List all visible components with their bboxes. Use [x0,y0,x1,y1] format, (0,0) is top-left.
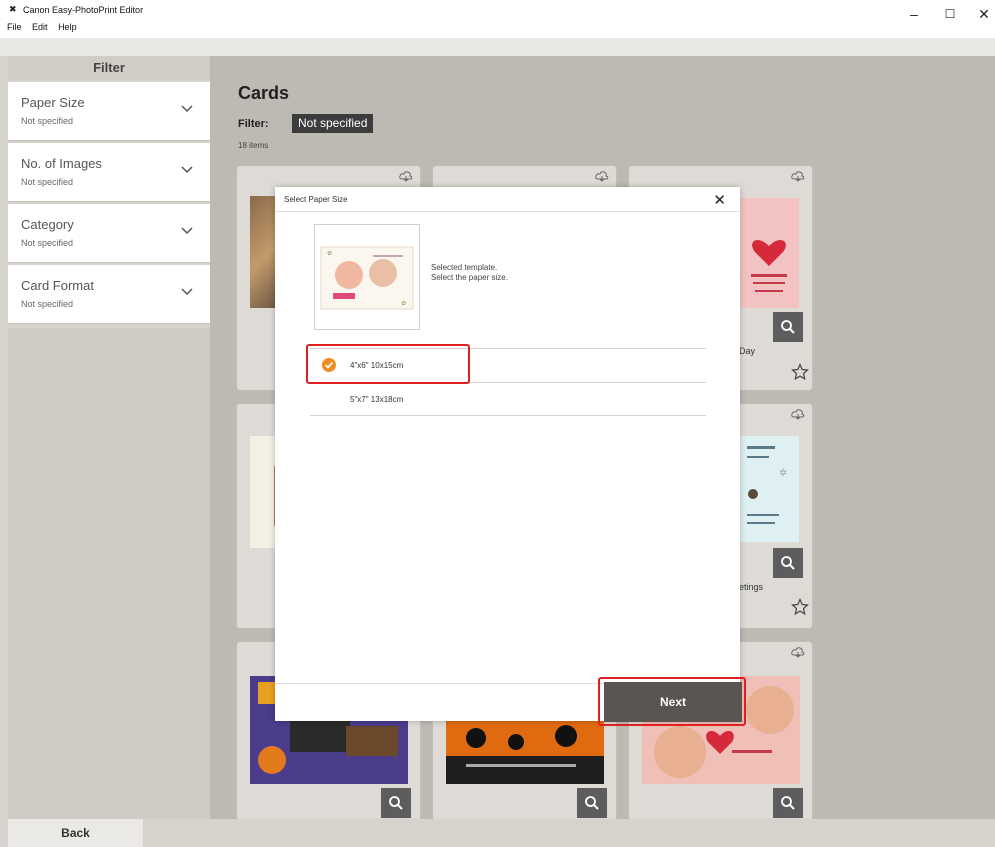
sidebar-empty-area [8,328,210,819]
star-icon[interactable] [791,363,809,381]
filter-value: Not specified [21,238,74,248]
svg-text:✿: ✿ [401,300,406,307]
magnifier-icon [781,796,795,810]
cloud-download-icon [791,171,805,182]
toolbar-strip [0,38,995,56]
chevron-down-icon [181,105,193,113]
svg-text:✿: ✿ [327,250,332,257]
paper-size-option[interactable]: 5"x7" 13x18cm [310,382,706,416]
star-icon[interactable] [791,598,809,616]
filter-paper-size[interactable]: Paper Size Not specified [8,82,210,141]
window-title: Canon Easy-PhotoPrint Editor [23,5,144,15]
filter-category[interactable]: Category Not specified [8,204,210,263]
message-line: Selected template. [431,263,498,272]
filter-label: No. of Images [21,156,102,171]
menu-help[interactable]: Help [58,22,77,32]
svg-text:✲: ✲ [779,468,787,479]
menu-edit[interactable]: Edit [32,22,48,32]
selected-template-preview: ✿ ✿ [314,224,420,330]
filter-value: Not specified [21,177,74,187]
filter-label: Card Format [21,278,94,293]
select-paper-size-dialog: Select Paper Size ✕ ✿ ✿ Selected templat… [275,187,740,721]
magnifier-icon [781,556,795,570]
close-window-button[interactable]: ✕ [972,4,995,24]
dialog-close-button[interactable]: ✕ [713,191,726,209]
card-name: etings [739,582,764,592]
card-thumbnail [739,198,799,308]
menu-bar: File Edit Help [7,22,85,32]
bottom-bar [0,819,995,847]
dialog-message: Selected template. Select the paper size… [431,263,508,283]
filter-value: Not specified [21,116,74,126]
filter-label: Category [21,217,74,232]
filter-summary-label: Filter: [238,118,269,130]
highlight-box [598,677,746,726]
zoom-button[interactable] [773,788,803,818]
chevron-down-icon [181,227,193,235]
chevron-down-icon [181,288,193,296]
card-thumbnail: ✲ [739,436,799,542]
highlight-box [306,344,470,384]
maximize-button[interactable]: ☐ [938,4,962,24]
chevron-down-icon [181,166,193,174]
page-title: Cards [238,83,290,103]
cloud-download-icon [399,171,413,182]
dialog-title: Select Paper Size [284,195,348,204]
zoom-button[interactable] [381,788,411,818]
paper-size-label: 5"x7" 13x18cm [350,395,404,404]
title-bar: ✖ Canon Easy-PhotoPrint Editor File Edit… [0,0,995,38]
cloud-download-icon [791,647,805,658]
zoom-button[interactable] [577,788,607,818]
magnifier-icon [585,796,599,810]
items-count: 18 items [238,141,269,150]
magnifier-icon [781,320,795,334]
message-line: Select the paper size. [431,273,508,282]
template-thumbnail: ✿ ✿ [320,246,414,310]
filter-chip[interactable]: Not specified [292,114,374,133]
magnifier-icon [389,796,403,810]
zoom-button[interactable] [773,312,803,342]
filter-header: Filter [8,56,210,80]
cloud-download-icon [595,171,609,182]
minimize-button[interactable]: – [902,4,926,24]
filter-card-format[interactable]: Card Format Not specified [8,265,210,324]
menu-file[interactable]: File [7,22,22,32]
zoom-button[interactable] [773,548,803,578]
card-name: Day [739,346,756,356]
filter-label: Paper Size [21,95,85,110]
filter-value: Not specified [21,299,74,309]
back-button[interactable]: Back [8,819,143,847]
app-logo-icon: ✖ [9,5,17,15]
divider [275,211,740,212]
cloud-download-icon [791,409,805,420]
filter-no-of-images[interactable]: No. of Images Not specified [8,143,210,202]
